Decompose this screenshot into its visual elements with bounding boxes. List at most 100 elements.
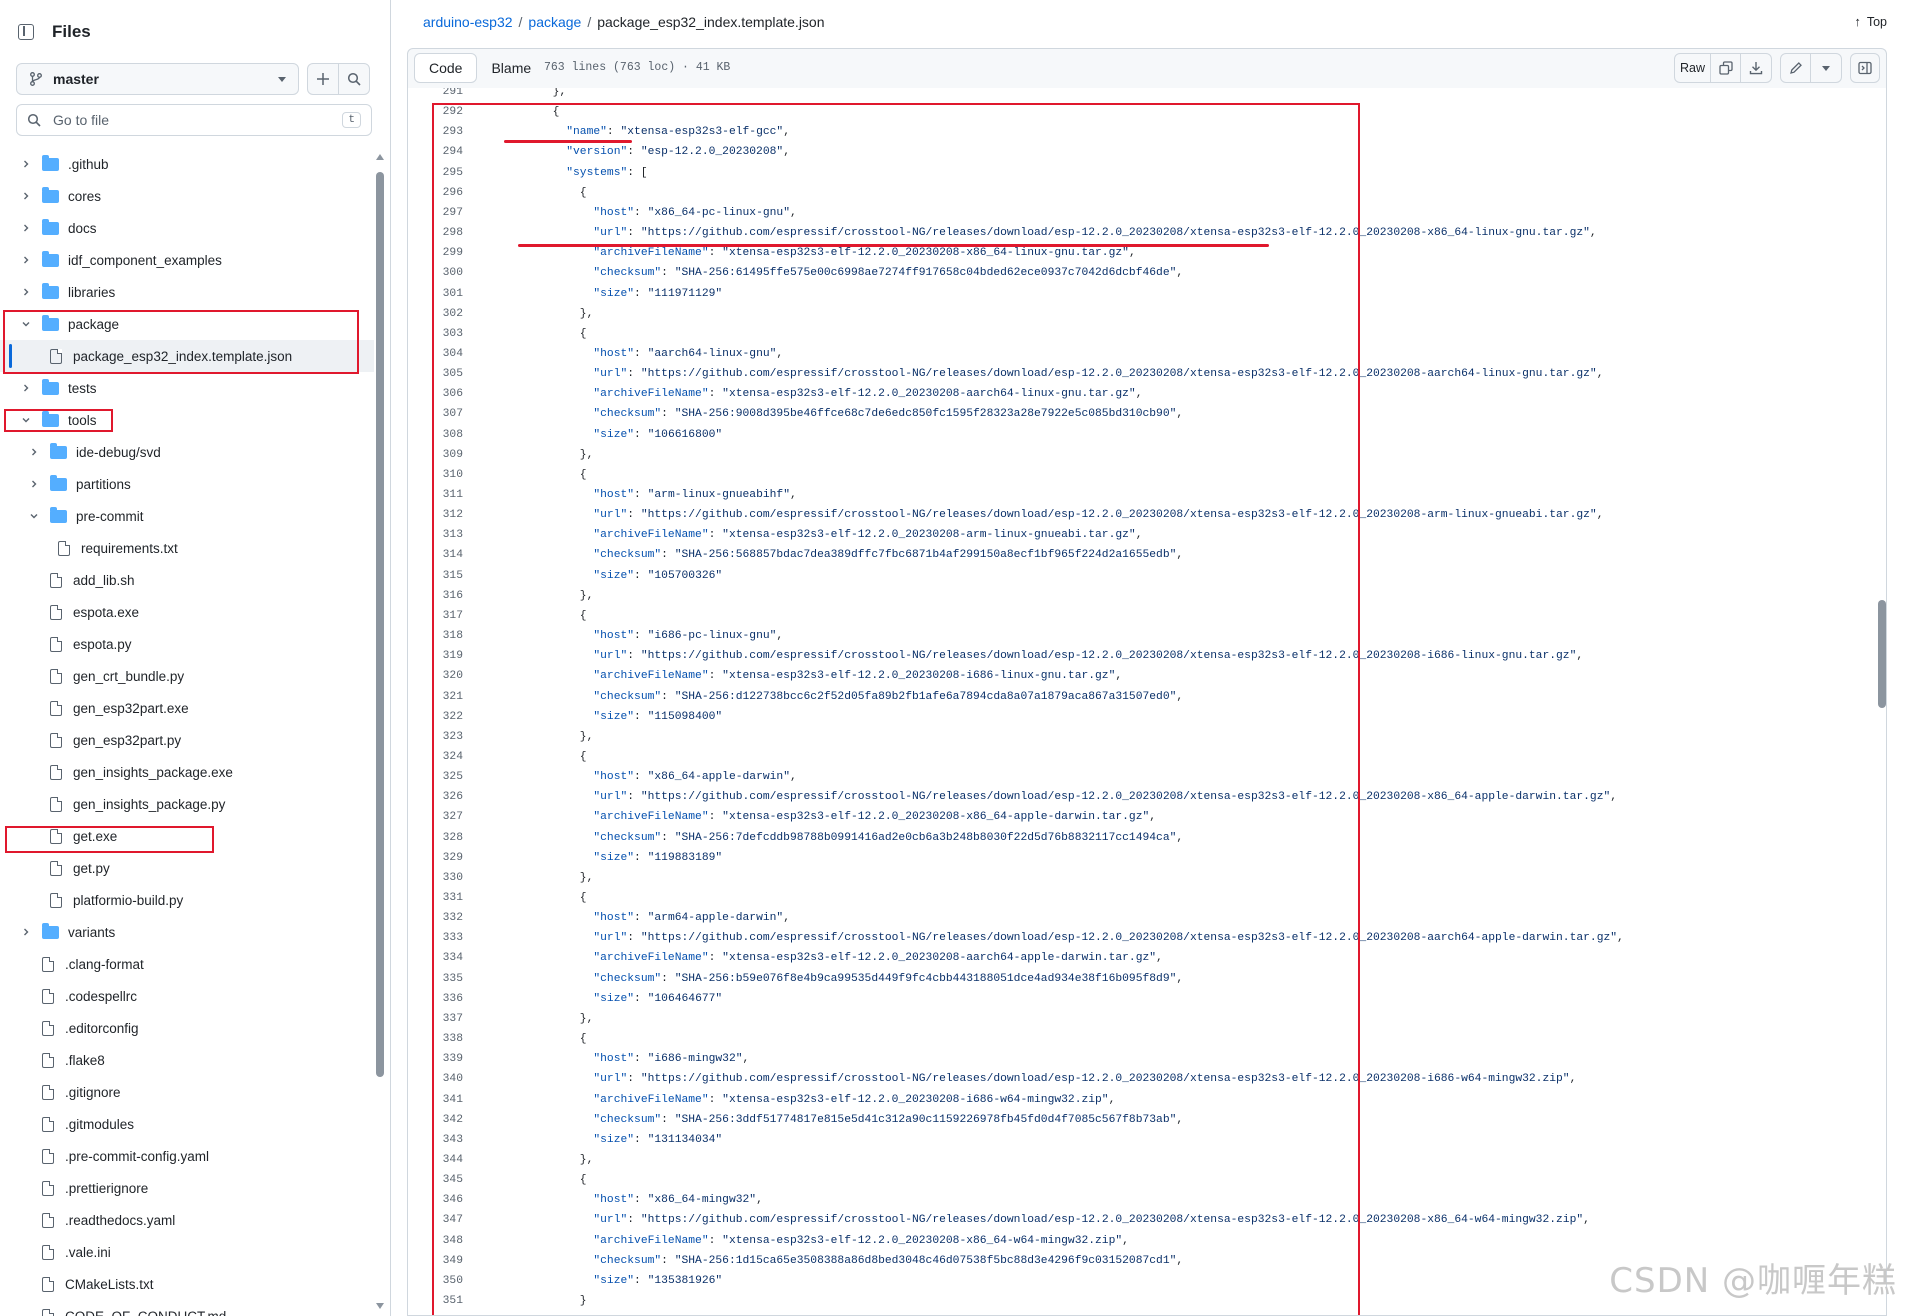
chevron-down-icon[interactable] (20, 318, 32, 330)
edit-options-button[interactable] (1811, 54, 1841, 82)
line-number[interactable]: 335 (408, 969, 463, 989)
tree-folder[interactable]: cores (0, 180, 374, 212)
line-number[interactable]: 310 (408, 465, 463, 485)
tree-file[interactable]: .vale.ini (0, 1236, 374, 1268)
branch-selector[interactable]: master (16, 63, 299, 95)
line-number[interactable]: 352 (408, 1311, 463, 1315)
tree-file[interactable]: .flake8 (0, 1044, 374, 1076)
line-number[interactable]: 330 (408, 868, 463, 888)
tree-file[interactable]: .gitmodules (0, 1108, 374, 1140)
tree-file[interactable]: CMakeLists.txt (0, 1268, 374, 1300)
line-number[interactable]: 291 (408, 88, 463, 102)
line-number[interactable]: 298 (408, 223, 463, 243)
scroll-up-arrow-icon[interactable] (376, 154, 384, 160)
chevron-right-icon[interactable] (20, 286, 32, 298)
tab-blame[interactable]: Blame (477, 53, 545, 83)
chevron-right-icon[interactable] (28, 446, 40, 458)
line-number[interactable]: 344 (408, 1150, 463, 1170)
tree-file[interactable]: gen_crt_bundle.py (0, 660, 374, 692)
line-number[interactable]: 332 (408, 908, 463, 928)
go-to-file-input[interactable] (51, 111, 343, 129)
line-number[interactable]: 305 (408, 364, 463, 384)
line-number[interactable]: 349 (408, 1251, 463, 1271)
line-number[interactable]: 304 (408, 344, 463, 364)
search-button[interactable] (338, 63, 370, 95)
chevron-right-icon[interactable] (20, 158, 32, 170)
line-number[interactable]: 337 (408, 1009, 463, 1029)
tree-file[interactable]: get.exe (0, 820, 374, 852)
edit-button[interactable] (1781, 54, 1811, 82)
tree-folder[interactable]: pre-commit (0, 500, 374, 532)
line-number[interactable]: 333 (408, 928, 463, 948)
line-number[interactable]: 336 (408, 989, 463, 1009)
tree-file[interactable]: gen_insights_package.py (0, 788, 374, 820)
copy-raw-button[interactable] (1711, 54, 1741, 82)
line-number[interactable]: 317 (408, 606, 463, 626)
tree-folder[interactable]: .github (0, 148, 374, 180)
line-number[interactable]: 322 (408, 707, 463, 727)
line-number[interactable]: 328 (408, 828, 463, 848)
line-number[interactable]: 293 (408, 122, 463, 142)
line-number[interactable]: 296 (408, 183, 463, 203)
back-to-top-link[interactable]: ↑ Top (1854, 14, 1887, 29)
line-number[interactable]: 306 (408, 384, 463, 404)
line-number[interactable]: 345 (408, 1170, 463, 1190)
tree-file[interactable]: .codespellrc (0, 980, 374, 1012)
chevron-right-icon[interactable] (28, 478, 40, 490)
tree-file[interactable]: get.py (0, 852, 374, 884)
tree-file[interactable]: espota.exe (0, 596, 374, 628)
tree-file[interactable]: gen_esp32part.py (0, 724, 374, 756)
line-number[interactable]: 340 (408, 1069, 463, 1089)
tree-folder[interactable]: docs (0, 212, 374, 244)
chevron-down-icon[interactable] (20, 414, 32, 426)
line-number[interactable]: 342 (408, 1110, 463, 1130)
page-scrollbar-thumb[interactable] (1878, 600, 1886, 708)
line-number[interactable]: 292 (408, 102, 463, 122)
line-number[interactable]: 312 (408, 505, 463, 525)
line-number[interactable]: 321 (408, 687, 463, 707)
tree-file[interactable]: requirements.txt (0, 532, 374, 564)
line-number[interactable]: 318 (408, 626, 463, 646)
sidebar-scrollbar-thumb[interactable] (376, 172, 384, 1077)
line-number[interactable]: 323 (408, 727, 463, 747)
line-number[interactable]: 334 (408, 948, 463, 968)
breadcrumb-folder-link[interactable]: package (528, 14, 581, 30)
line-number[interactable]: 351 (408, 1291, 463, 1311)
chevron-right-icon[interactable] (20, 190, 32, 202)
line-number[interactable]: 303 (408, 324, 463, 344)
code-view[interactable]: 291 }, 292 {293 "name": "xtensa-esp32s3-e… (407, 88, 1887, 1316)
line-number[interactable]: 299 (408, 243, 463, 263)
line-number[interactable]: 319 (408, 646, 463, 666)
tree-file[interactable]: .readthedocs.yaml (0, 1204, 374, 1236)
line-number[interactable]: 324 (408, 747, 463, 767)
tree-folder[interactable]: tests (0, 372, 374, 404)
line-number[interactable]: 331 (408, 888, 463, 908)
line-number[interactable]: 294 (408, 142, 463, 162)
tree-folder[interactable]: idf_component_examples (0, 244, 374, 276)
tree-file[interactable]: gen_insights_package.exe (0, 756, 374, 788)
line-number[interactable]: 320 (408, 666, 463, 686)
line-number[interactable]: 343 (408, 1130, 463, 1150)
tree-file[interactable]: .pre-commit-config.yaml (0, 1140, 374, 1172)
tree-file[interactable]: espota.py (0, 628, 374, 660)
tree-folder[interactable]: package (0, 308, 374, 340)
tree-file[interactable]: add_lib.sh (0, 564, 374, 596)
line-number[interactable]: 347 (408, 1210, 463, 1230)
line-number[interactable]: 339 (408, 1049, 463, 1069)
line-number[interactable]: 295 (408, 163, 463, 183)
tree-folder[interactable]: ide-debug/svd (0, 436, 374, 468)
line-number[interactable]: 311 (408, 485, 463, 505)
raw-button[interactable]: Raw (1675, 54, 1711, 82)
line-number[interactable]: 314 (408, 545, 463, 565)
tree-folder[interactable]: partitions (0, 468, 374, 500)
line-number[interactable]: 329 (408, 848, 463, 868)
line-number[interactable]: 327 (408, 807, 463, 827)
chevron-right-icon[interactable] (20, 254, 32, 266)
tree-file[interactable]: .clang-format (0, 948, 374, 980)
line-number[interactable]: 316 (408, 586, 463, 606)
chevron-down-icon[interactable] (28, 510, 40, 522)
line-number[interactable]: 301 (408, 284, 463, 304)
line-number[interactable]: 350 (408, 1271, 463, 1291)
breadcrumb-repo-link[interactable]: arduino-esp32 (423, 14, 513, 30)
tree-file[interactable]: gen_esp32part.exe (0, 692, 374, 724)
